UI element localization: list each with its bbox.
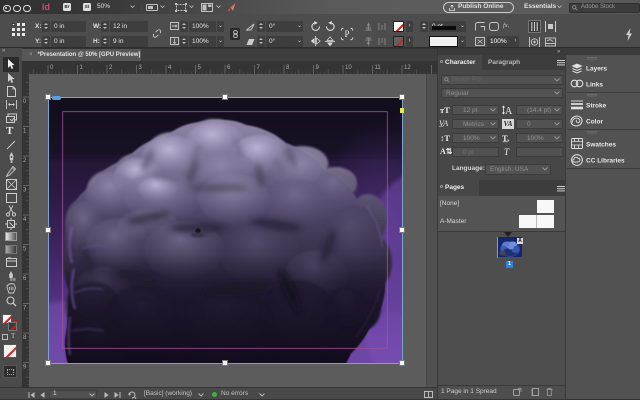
svg-text:2: 2 xyxy=(23,158,27,164)
svg-text:9: 9 xyxy=(316,65,320,71)
svg-text:7: 7 xyxy=(23,306,27,312)
svg-text:0: 0 xyxy=(23,99,27,105)
svg-text:P: P xyxy=(344,29,349,39)
svg-text:5: 5 xyxy=(198,65,202,71)
svg-text:4: 4 xyxy=(168,65,172,71)
svg-text:7: 7 xyxy=(257,65,261,71)
svg-text:6: 6 xyxy=(23,276,27,282)
svg-text:9: 9 xyxy=(23,365,27,371)
svg-text:3: 3 xyxy=(23,188,27,194)
svg-text:A: A xyxy=(505,106,513,116)
svg-text:8: 8 xyxy=(286,65,290,71)
svg-text:1: 1 xyxy=(23,129,27,135)
svg-text:6: 6 xyxy=(227,65,231,71)
svg-text:12: 12 xyxy=(404,65,411,71)
svg-text:1: 1 xyxy=(80,65,84,71)
svg-text:3: 3 xyxy=(139,65,143,71)
svg-text:11: 11 xyxy=(375,65,382,71)
svg-text:8: 8 xyxy=(23,335,27,341)
svg-text:10: 10 xyxy=(345,65,352,71)
svg-text:2: 2 xyxy=(109,65,113,71)
svg-text:0: 0 xyxy=(50,65,54,71)
svg-text:4: 4 xyxy=(23,217,27,223)
svg-text:5: 5 xyxy=(23,247,27,253)
